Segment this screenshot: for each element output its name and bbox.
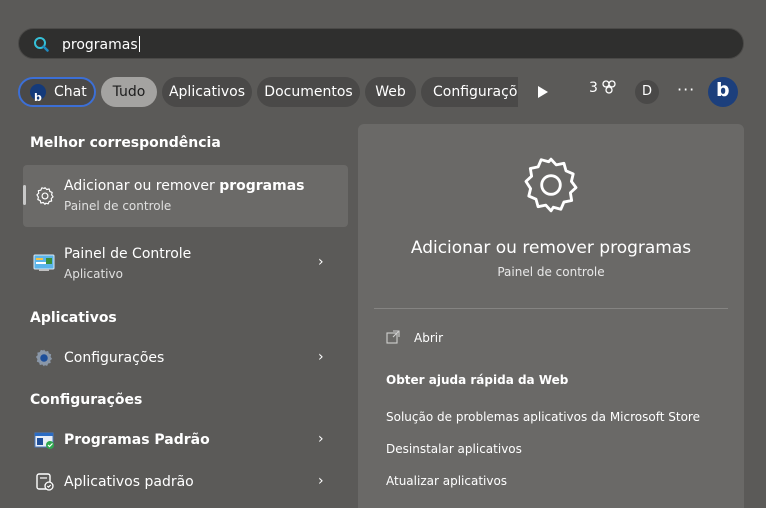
result-painel-de-controle[interactable]: Painel de Controle Aplicativo › — [23, 240, 348, 286]
result-programas-padrao[interactable]: Programas Padrão › — [23, 422, 348, 458]
control-panel-icon — [33, 254, 55, 271]
result-painel-subtitle: Aplicativo — [64, 267, 123, 281]
rewards-count: 3 — [589, 80, 598, 96]
tab-documentos-label: Documentos — [264, 84, 353, 100]
tab-web[interactable]: Web — [365, 77, 416, 107]
chevron-right-icon: › — [318, 473, 324, 489]
bing-icon: b — [30, 84, 46, 104]
default-programs-icon — [34, 432, 54, 449]
result-configuracoes[interactable]: Configurações › — [23, 340, 348, 376]
preview-title: Adicionar ou remover programas — [410, 238, 692, 258]
search-icon — [34, 37, 49, 52]
section-apps: Aplicativos — [30, 310, 117, 326]
more-icon: ··· — [677, 80, 696, 99]
result-aplicativos-padrao[interactable]: Aplicativos padrão › — [23, 464, 348, 500]
default-apps-icon — [36, 473, 54, 491]
tab-web-label: Web — [375, 84, 406, 100]
chevron-right-icon: › — [318, 254, 324, 270]
tab-aplicativos[interactable]: Aplicativos — [162, 77, 252, 107]
divider — [374, 308, 728, 309]
action-update-apps[interactable]: Atualizar aplicativos — [386, 474, 507, 488]
settings-app-icon — [35, 349, 53, 367]
account-avatar[interactable]: D — [635, 80, 659, 104]
result-configuracoes-title: Configurações — [64, 350, 165, 366]
rewards-button[interactable]: 3 — [589, 80, 617, 96]
tab-tudo-label: Tudo — [112, 84, 146, 100]
action-uninstall-apps[interactable]: Desinstalar aplicativos — [386, 442, 522, 456]
play-icon[interactable] — [538, 86, 548, 98]
tab-aplicativos-label: Aplicativos — [168, 84, 246, 100]
more-options-button[interactable]: ··· — [677, 80, 695, 99]
tab-configuracoes[interactable]: Configurações — [421, 77, 518, 107]
text-caret — [138, 36, 140, 52]
result-aplicativos-padrao-title: Aplicativos padrão — [64, 474, 194, 490]
tab-configuracoes-label: Configurações — [433, 84, 518, 100]
best-match-subtitle: Painel de controle — [64, 199, 172, 213]
search-input[interactable]: programas — [62, 36, 140, 53]
account-initial: D — [641, 84, 652, 99]
chevron-right-icon: › — [318, 431, 324, 447]
action-abrir-label: Abrir — [414, 331, 444, 345]
preview-subtitle: Painel de controle — [497, 265, 605, 279]
search-box[interactable]: programas — [18, 28, 744, 59]
gear-icon — [36, 187, 54, 205]
result-programas-padrao-title: Programas Padrão — [64, 432, 210, 448]
tab-tudo[interactable]: Tudo — [101, 77, 157, 107]
bing-chat-button[interactable]: b — [708, 77, 738, 107]
gear-icon — [524, 157, 578, 213]
result-painel-title: Painel de Controle — [64, 246, 192, 262]
open-external-icon — [386, 330, 400, 344]
best-match-title: Adicionar ou remover programas — [64, 178, 305, 194]
tab-documentos[interactable]: Documentos — [257, 77, 360, 107]
trophy-icon — [602, 80, 617, 94]
preview-panel: Adicionar ou remover programas Painel de… — [358, 124, 744, 508]
tab-chat[interactable]: b Chat — [18, 77, 96, 107]
best-match-item[interactable]: Adicionar ou remover programas Painel de… — [23, 165, 348, 227]
section-best-match: Melhor correspondência — [30, 135, 221, 151]
action-web-help-heading: Obter ajuda rápida da Web — [386, 373, 569, 387]
section-settings: Configurações — [30, 392, 143, 408]
filter-bar: b Chat Tudo Aplicativos Documentos Web C… — [18, 77, 518, 109]
selection-indicator — [23, 185, 26, 205]
tab-chat-label: Chat — [54, 84, 87, 100]
bing-logo-icon: b — [716, 79, 730, 101]
action-troubleshoot-store-apps[interactable]: Solução de problemas aplicativos da Micr… — [386, 410, 700, 424]
action-abrir[interactable]: Abrir — [386, 329, 726, 349]
chevron-right-icon: › — [318, 349, 324, 365]
